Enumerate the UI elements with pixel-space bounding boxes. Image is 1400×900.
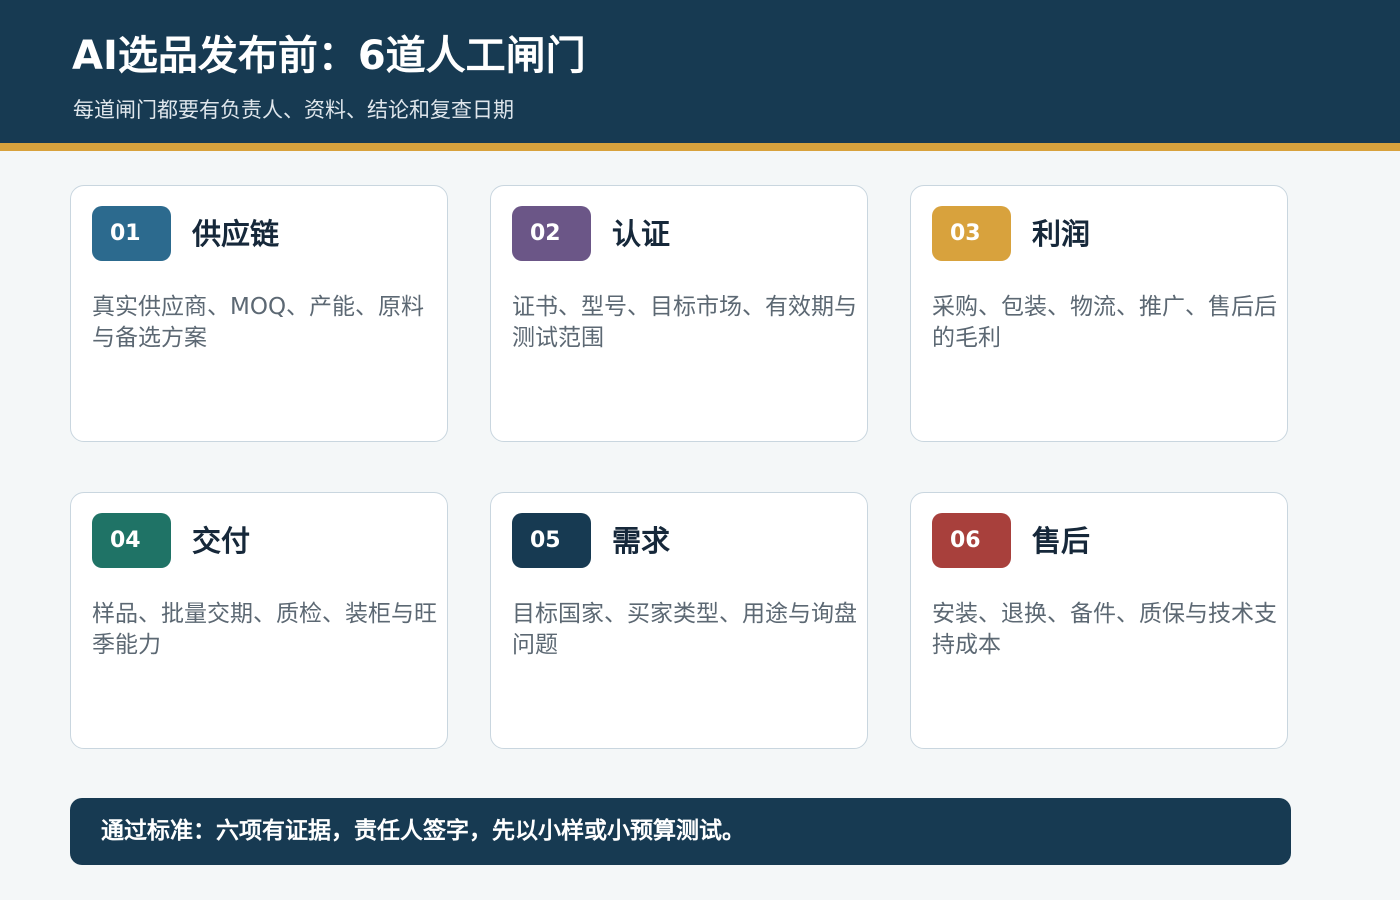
- gate-description: 样品、批量交期、质检、装柜与旺季能力: [92, 601, 437, 658]
- gate-number-badge: 01: [92, 206, 171, 261]
- gate-title: 需求: [612, 524, 671, 558]
- gate-card-delivery: 04 交付 样品、批量交期、质检、装柜与旺季能力: [70, 492, 448, 749]
- pass-criteria-banner: 通过标准：六项有证据，责任人签字，先以小样或小预算测试。: [70, 798, 1291, 865]
- gate-description: 采购、包装、物流、推广、售后后的毛利: [932, 294, 1277, 351]
- gate-description: 安装、退换、备件、质保与技术支持成本: [932, 601, 1277, 658]
- gate-title: 供应链: [192, 217, 280, 251]
- gate-number-badge: 06: [932, 513, 1011, 568]
- gate-number-badge: 05: [512, 513, 591, 568]
- header-accent-stripe: [0, 143, 1400, 151]
- gate-card-profit: 03 利润 采购、包装、物流、推广、售后后的毛利: [910, 185, 1288, 442]
- gate-description: 真实供应商、MOQ、产能、原料与备选方案: [92, 294, 425, 351]
- gate-description: 证书、型号、目标市场、有效期与测试范围: [512, 294, 857, 351]
- gate-title: 交付: [192, 524, 251, 558]
- pass-criteria-text: 通过标准：六项有证据，责任人签字，先以小样或小预算测试。: [101, 818, 745, 844]
- page-title: AI选品发布前：6道人工闸门: [72, 33, 586, 79]
- gate-card-after-sales: 06 售后 安装、退换、备件、质保与技术支持成本: [910, 492, 1288, 749]
- gate-card-demand: 05 需求 目标国家、买家类型、用途与询盘问题: [490, 492, 868, 749]
- gate-title: 利润: [1032, 217, 1091, 251]
- gate-title: 认证: [612, 217, 671, 251]
- gate-title: 售后: [1032, 524, 1091, 558]
- page-subtitle: 每道闸门都要有负责人、资料、结论和复查日期: [73, 98, 514, 122]
- gate-number-badge: 03: [932, 206, 1011, 261]
- gate-description: 目标国家、买家类型、用途与询盘问题: [512, 601, 857, 658]
- gate-number-badge: 04: [92, 513, 171, 568]
- gate-card-supply-chain: 01 供应链 真实供应商、MOQ、产能、原料与备选方案: [70, 185, 448, 442]
- gate-number-badge: 02: [512, 206, 591, 261]
- header-banner: AI选品发布前：6道人工闸门 每道闸门都要有负责人、资料、结论和复查日期: [0, 0, 1400, 143]
- gate-card-certification: 02 认证 证书、型号、目标市场、有效期与测试范围: [490, 185, 868, 442]
